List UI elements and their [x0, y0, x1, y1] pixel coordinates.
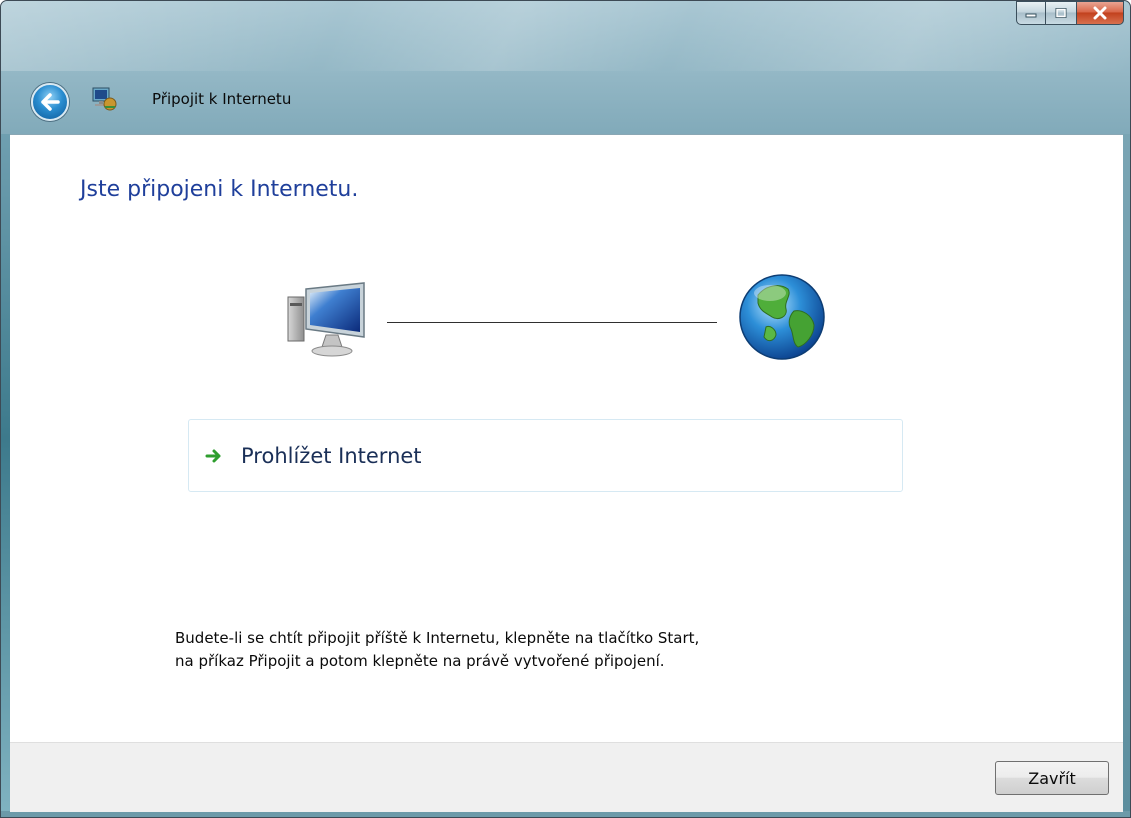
maximize-button[interactable]: [1045, 1, 1077, 25]
title-bar: Připojit k Internetu: [1, 1, 1130, 134]
green-arrow-icon: [203, 445, 225, 467]
browse-internet-label: Prohlížet Internet: [241, 443, 422, 468]
minimize-button[interactable]: [1016, 1, 1046, 25]
wizard-content: Jste připojeni k Internetu. Prohlížet In…: [10, 134, 1123, 743]
caption-buttons: [1016, 1, 1124, 26]
back-button[interactable]: [31, 83, 69, 121]
back-arrow-icon: [41, 93, 60, 111]
wizard-window: Připojit k Internetu Jste připojeni k In…: [0, 0, 1131, 818]
connection-line: [387, 322, 717, 323]
computer-icon: [287, 282, 365, 357]
globe-icon: [739, 274, 825, 360]
browse-internet-link[interactable]: Prohlížet Internet: [188, 419, 903, 492]
button-bar: Zavřít: [10, 742, 1123, 812]
close-window-button[interactable]: [1076, 1, 1124, 25]
window-title: Připojit k Internetu: [152, 90, 292, 108]
window-right-border: [1122, 134, 1130, 811]
close-icon: [1093, 6, 1107, 20]
instruction-text: Budete-li se chtít připojit příště k Int…: [175, 627, 699, 673]
window-bottom-border: [1, 811, 1130, 817]
close-button[interactable]: Zavřít: [995, 761, 1109, 795]
instruction-line-2: na příkaz Připojit a potom klepněte na p…: [175, 652, 665, 670]
minimize-icon: [1025, 13, 1037, 18]
window-left-border: [1, 134, 10, 811]
maximize-icon: [1055, 8, 1067, 18]
page-heading: Jste připojeni k Internetu.: [80, 177, 359, 202]
instruction-line-1: Budete-li se chtít připojit příště k Int…: [175, 629, 700, 647]
network-wizard-icon: [92, 87, 117, 111]
